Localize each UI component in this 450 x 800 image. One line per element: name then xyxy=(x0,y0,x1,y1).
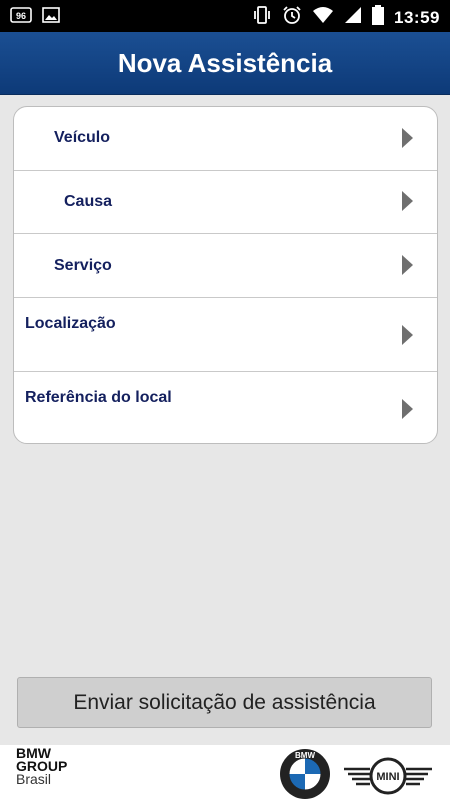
svg-text:96: 96 xyxy=(16,11,26,21)
row-veiculo[interactable]: Veículo xyxy=(14,107,437,171)
row-causa[interactable]: Causa xyxy=(14,170,437,234)
cell-signal-icon xyxy=(344,6,362,29)
chevron-right-icon xyxy=(402,128,413,148)
row-label: Localização xyxy=(25,315,116,332)
logo-line-brasil: Brasil xyxy=(16,771,52,787)
wifi-icon xyxy=(312,6,334,29)
image-icon xyxy=(42,6,60,29)
row-localizacao[interactable]: Localização xyxy=(14,298,437,372)
bmw-roundel-icon: BMW xyxy=(280,749,330,799)
row-referencia-local[interactable]: Referência do local xyxy=(14,372,437,443)
status-time: 13:59 xyxy=(394,7,440,27)
signal-96-icon: 96 xyxy=(10,6,32,29)
page-title: Nova Assistência xyxy=(117,48,333,78)
bmw-group-logo: BMW GROUP Brasil xyxy=(16,746,67,787)
chevron-right-icon xyxy=(402,255,413,275)
row-label: Serviço xyxy=(54,257,112,274)
assistance-form: Veículo Causa Serviço Localização Referê… xyxy=(13,106,438,444)
status-bar: 96 13:59 xyxy=(0,0,450,32)
mini-logo-icon: MINI xyxy=(344,757,432,795)
chevron-right-icon xyxy=(402,399,413,419)
row-label: Causa xyxy=(64,193,113,210)
app-header: Nova Assistência xyxy=(0,32,450,95)
mini-logo-text: MINI xyxy=(376,771,399,783)
row-label: Veículo xyxy=(54,129,111,146)
chevron-right-icon xyxy=(402,325,413,345)
chevron-right-icon xyxy=(402,191,413,211)
alarm-icon xyxy=(282,5,302,30)
footer: BMW GROUP Brasil BMW MINI xyxy=(0,745,450,800)
bmw-logo-text: BMW xyxy=(295,751,315,760)
row-servico[interactable]: Serviço xyxy=(14,234,437,298)
send-request-button[interactable]: Enviar solicitação de assistência xyxy=(17,677,432,728)
vibrate-icon xyxy=(252,5,272,30)
row-label: Referência do local xyxy=(25,389,172,406)
battery-icon xyxy=(372,5,385,30)
